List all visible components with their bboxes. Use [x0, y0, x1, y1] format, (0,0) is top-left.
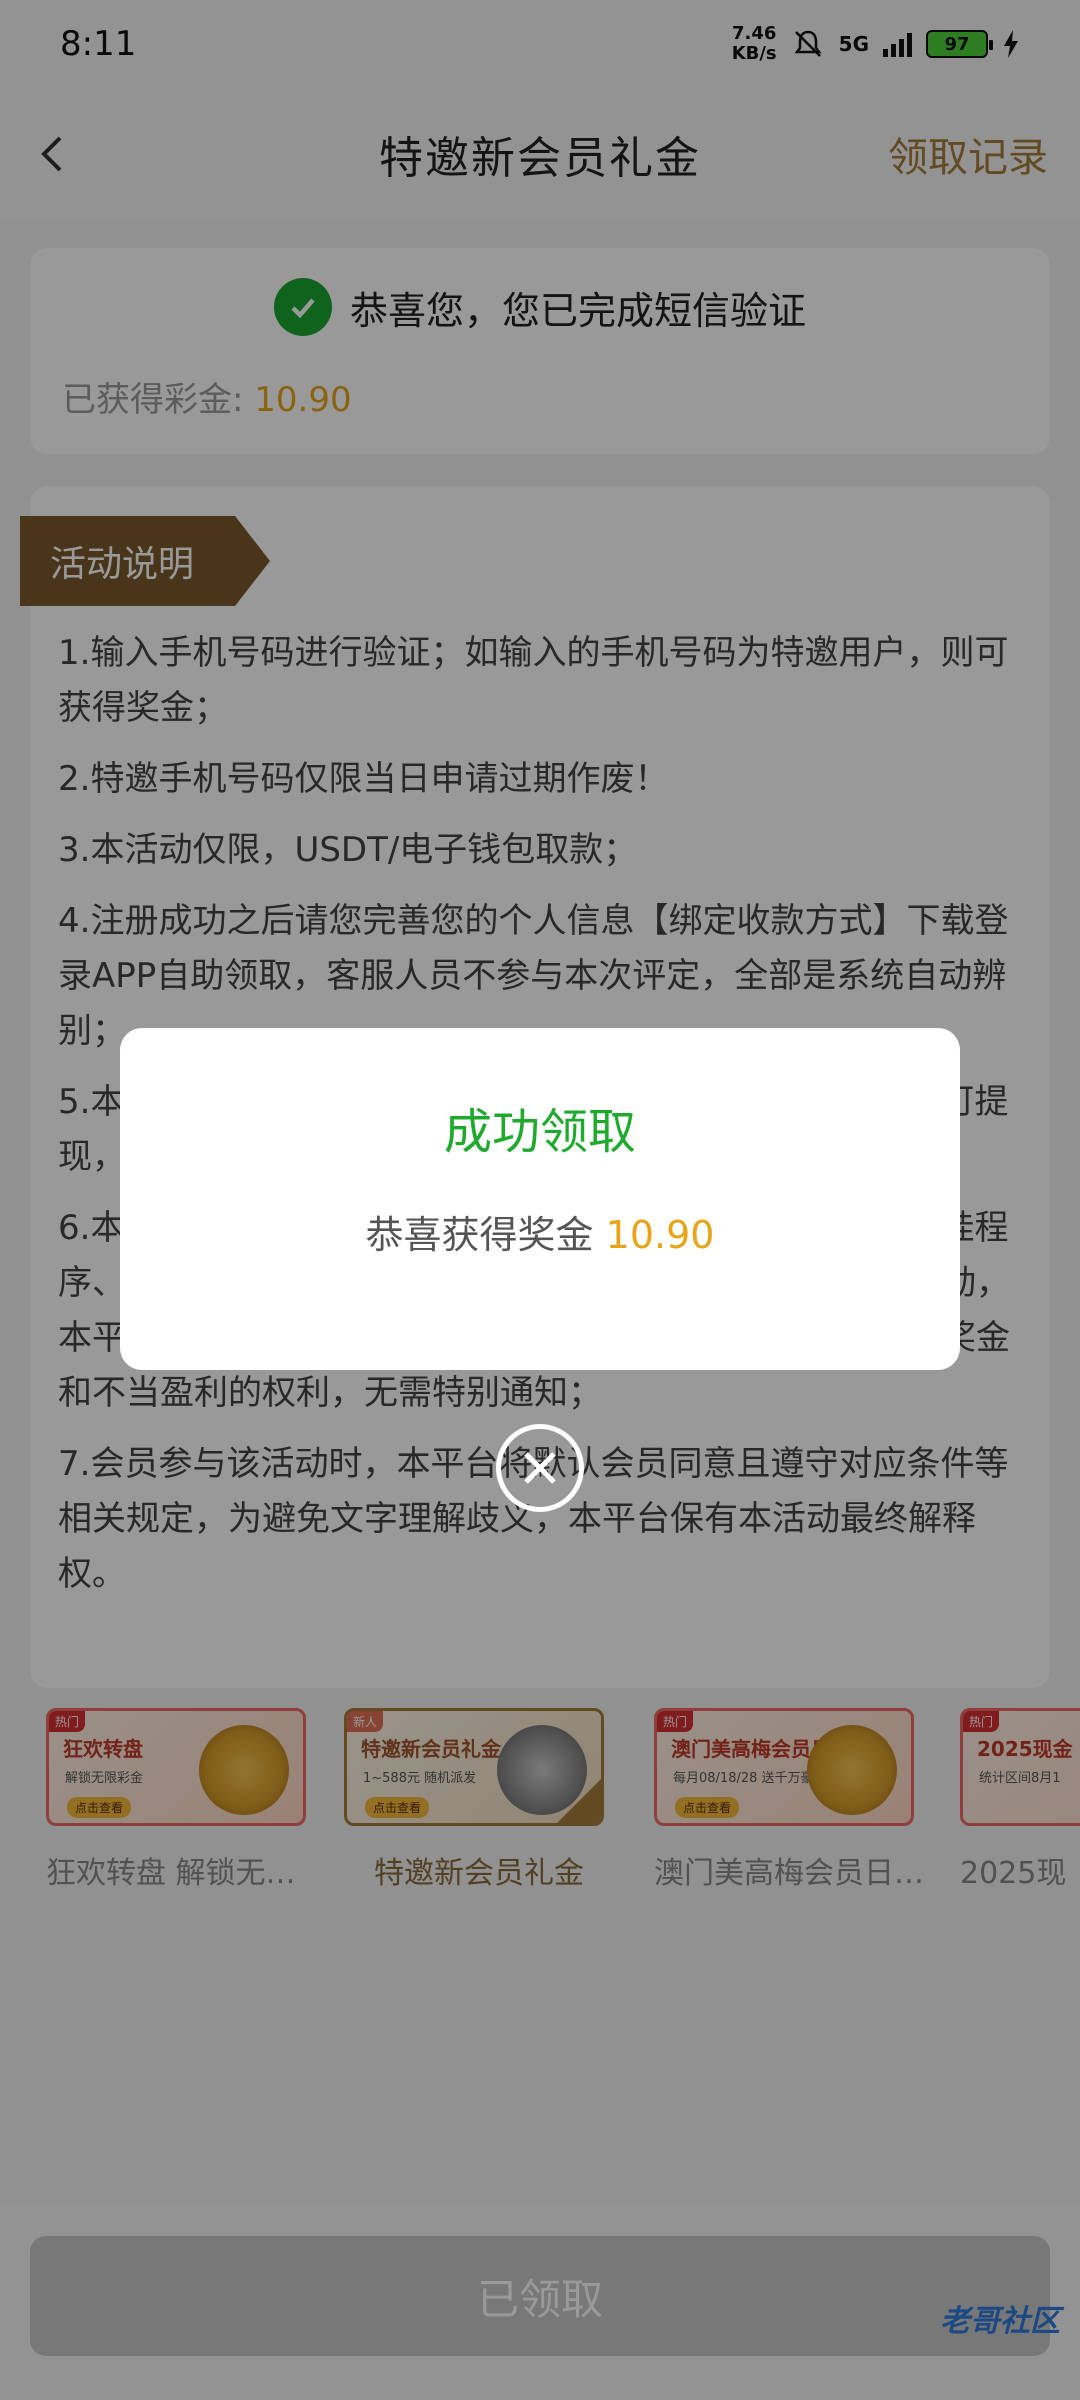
dialog-amount: 10.90: [605, 1213, 715, 1257]
dialog-message: 恭喜获得奖金 10.90: [120, 1204, 960, 1259]
dialog-title: 成功领取: [443, 1104, 636, 1160]
dialog-message-text: 恭喜获得奖金: [365, 1213, 606, 1257]
success-dialog: 成功领取 恭喜获得奖金 10.90: [120, 1028, 960, 1370]
close-icon[interactable]: [496, 1424, 584, 1512]
